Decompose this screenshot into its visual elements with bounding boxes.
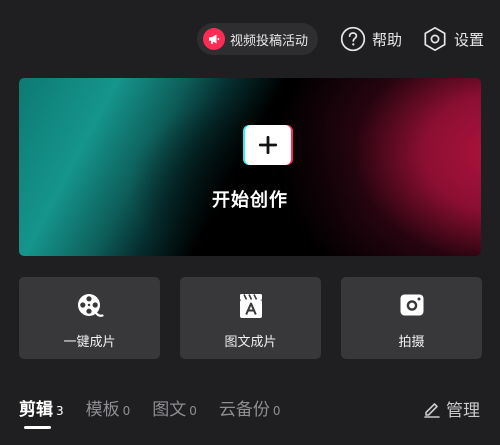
tab-image-text[interactable]: 图文 0: [152, 395, 197, 420]
video-submission-activity-button[interactable]: 视频投稿活动: [196, 23, 318, 55]
start-creation-banner[interactable]: 开始创作: [19, 78, 481, 256]
tab-image-text-count: 0: [189, 404, 197, 418]
tab-cloud-backup[interactable]: 云备份 0: [219, 395, 281, 420]
film-reel-icon: [76, 292, 104, 320]
tab-templates-count: 0: [122, 404, 131, 418]
camera-icon: [399, 292, 425, 318]
top-bar: 视频投稿活动 帮助 设置: [196, 23, 484, 55]
tab-edit-count: 3: [56, 404, 64, 418]
one-click-video-label: 一键成片: [63, 335, 116, 350]
tab-cloud-backup-label: 云备份: [218, 400, 270, 420]
project-tabs: 剪辑 3 模板 0 图文 0 云备份 0: [19, 395, 303, 429]
quick-actions: 一键成片 图文成片 拍摄: [19, 277, 482, 359]
help-label: 帮助: [371, 30, 402, 49]
image-text-video-label: 图文成片: [224, 335, 277, 350]
manage-button[interactable]: 管理: [423, 396, 480, 421]
manage-label: 管理: [446, 401, 480, 421]
tab-cloud-backup-count: 0: [272, 404, 281, 418]
tab-templates[interactable]: 模板 0: [86, 395, 131, 420]
megaphone-icon: [202, 28, 225, 50]
one-click-video-button[interactable]: 一键成片: [19, 277, 160, 359]
shoot-label: 拍摄: [398, 335, 425, 350]
settings-icon: [422, 26, 448, 52]
tab-edit[interactable]: 剪辑 3: [19, 395, 64, 429]
shoot-button[interactable]: 拍摄: [341, 277, 482, 359]
tab-templates-label: 模板: [85, 400, 120, 420]
pencil-icon: [423, 400, 441, 418]
image-text-video-button[interactable]: 图文成片: [180, 277, 321, 359]
plus-icon: [258, 135, 278, 155]
tab-image-text-label: 图文: [152, 400, 187, 420]
promo-label: 视频投稿活动: [229, 33, 308, 49]
settings-label: 设置: [453, 30, 484, 49]
start-creation-label: 开始创作: [212, 190, 288, 211]
question-circle-icon: [340, 26, 366, 52]
tab-edit-label: 剪辑: [19, 400, 53, 420]
settings-button[interactable]: 设置: [422, 26, 484, 52]
help-button[interactable]: 帮助: [340, 26, 402, 52]
clapper-a-icon: [238, 292, 264, 320]
active-tab-indicator: [24, 426, 51, 429]
start-creation-button[interactable]: [243, 124, 293, 166]
